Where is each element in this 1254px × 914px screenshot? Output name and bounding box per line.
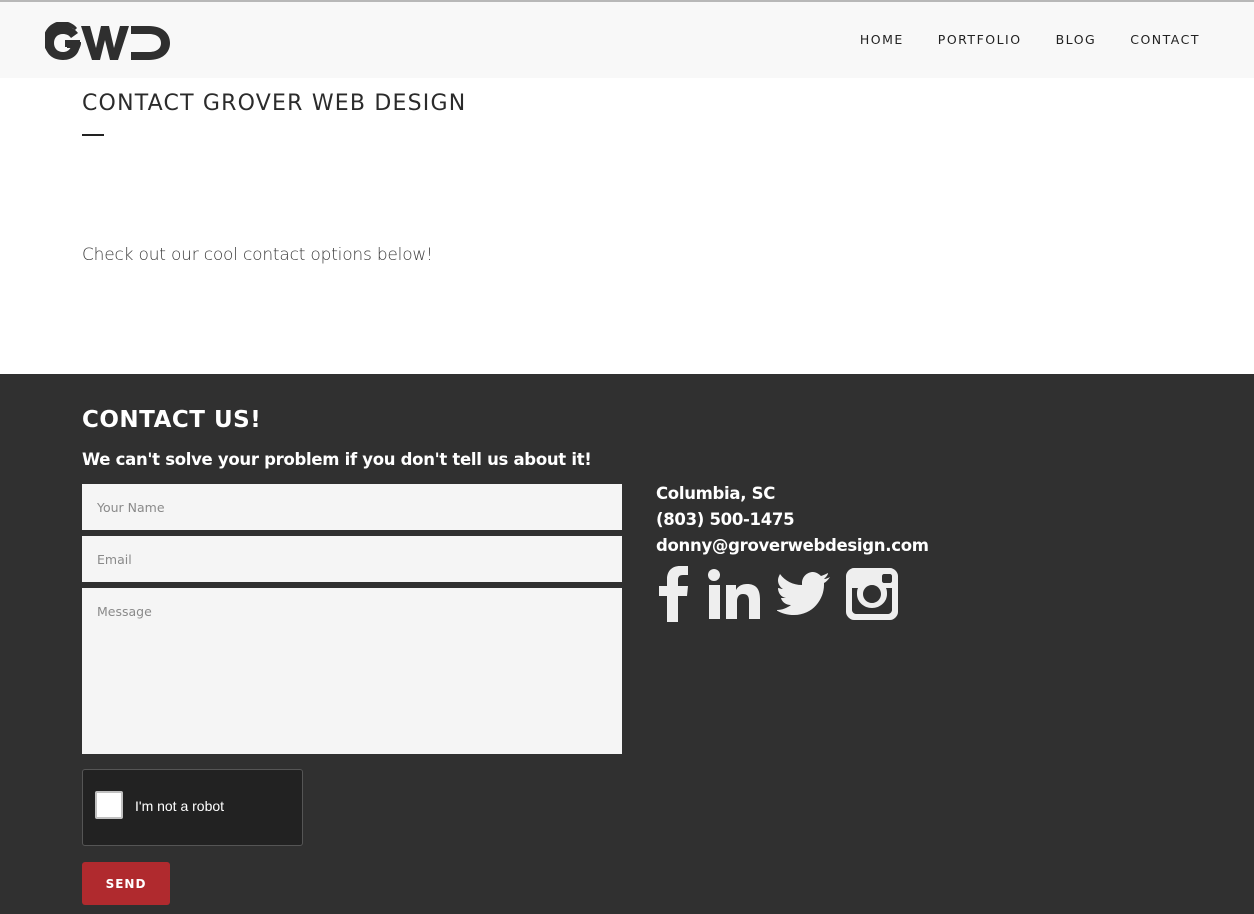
twitter-link[interactable] — [777, 572, 830, 616]
nav-blog[interactable]: BLOG — [1056, 32, 1097, 47]
gwd-logo[interactable] — [43, 21, 171, 64]
contact-section: CONTACT US! We can't solve your problem … — [0, 374, 1254, 914]
linkedin-link[interactable] — [708, 569, 761, 619]
email-input[interactable] — [82, 536, 622, 582]
recaptcha-checkbox[interactable] — [95, 791, 123, 819]
instagram-icon — [846, 568, 898, 620]
facebook-link[interactable] — [656, 566, 692, 622]
message-textarea[interactable] — [82, 588, 622, 754]
site-header: HOME PORTFOLIO BLOG CONTACT — [0, 0, 1254, 78]
intro-text: Check out our cool contact options below… — [82, 245, 433, 265]
name-input[interactable] — [82, 484, 622, 530]
phone-text: (803) 500-1475 — [656, 510, 795, 529]
recaptcha-widget: I'm not a robot — [82, 769, 303, 846]
contact-heading: CONTACT US! — [82, 407, 262, 433]
nav-contact[interactable]: CONTACT — [1130, 32, 1200, 47]
social-links — [656, 566, 914, 622]
contact-info: Columbia, SC (803) 500-1475 donny@grover… — [656, 481, 929, 559]
recaptcha-label: I'm not a robot — [135, 798, 225, 814]
nav-portfolio[interactable]: PORTFOLIO — [938, 32, 1022, 47]
send-button[interactable]: SEND — [82, 862, 170, 905]
main-nav: HOME PORTFOLIO BLOG CONTACT — [826, 32, 1200, 47]
instagram-link[interactable] — [846, 568, 898, 620]
email-link[interactable]: donny@groverwebdesign.com — [656, 533, 929, 559]
nav-home[interactable]: HOME — [860, 32, 904, 47]
twitter-icon — [777, 572, 830, 615]
contact-subheading: We can't solve your problem if you don't… — [82, 450, 592, 469]
location-text: Columbia, SC — [656, 484, 776, 503]
title-divider — [82, 134, 104, 136]
linkedin-icon — [708, 569, 760, 619]
facebook-icon — [659, 566, 688, 622]
page-title: CONTACT GROVER WEB DESIGN — [82, 91, 467, 116]
gwd-logo-icon — [43, 21, 170, 60]
